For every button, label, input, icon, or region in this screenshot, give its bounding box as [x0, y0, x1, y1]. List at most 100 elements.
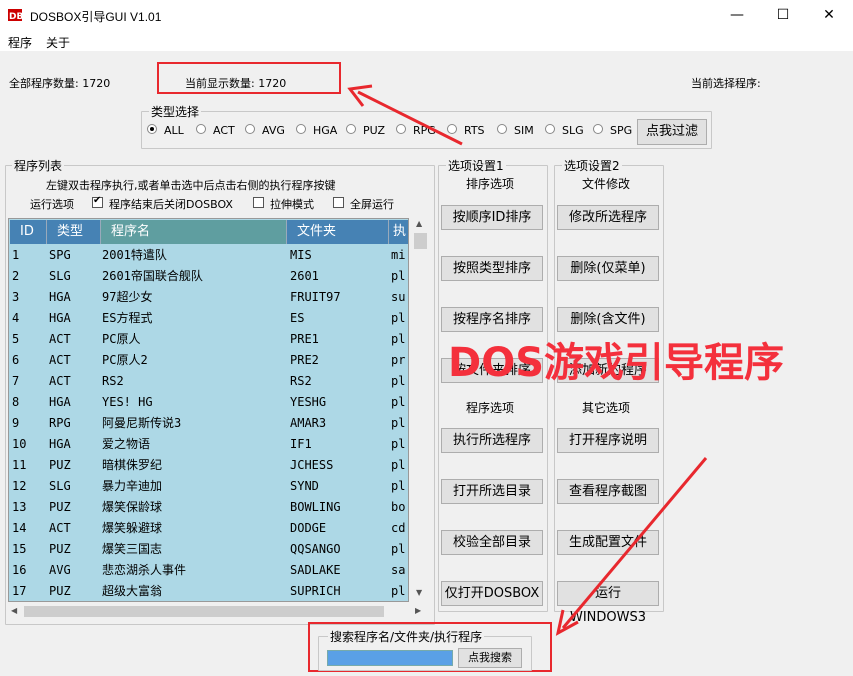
- radio-sim[interactable]: [497, 124, 507, 134]
- sort-button-3[interactable]: 按程序名排序: [441, 307, 543, 332]
- table-row[interactable]: 12 SLG 暴力辛迪加 SYND pl: [9, 476, 408, 497]
- radio-rts[interactable]: [447, 124, 457, 134]
- cell-folder: DODGE: [290, 521, 327, 535]
- close-button[interactable]: ✕: [806, 0, 852, 31]
- other-button-4[interactable]: 运行WINDOWS3: [557, 581, 659, 625]
- hscroll-thumb[interactable]: [24, 606, 384, 617]
- column-header-folder[interactable]: 文件夹: [287, 220, 389, 244]
- table-row[interactable]: 2 SLG 2601帝国联合舰队 2601 pl: [9, 266, 408, 287]
- cell-exec: pl: [391, 479, 406, 493]
- file-button-3[interactable]: 删除(含文件): [557, 307, 659, 332]
- selected-program-label: 当前选择程序:: [691, 77, 761, 90]
- table-row[interactable]: 8 HGA YES! HG YESHG pl: [9, 392, 408, 413]
- cell-exec: pl: [391, 332, 406, 346]
- filter-button[interactable]: 点我过滤: [637, 119, 707, 145]
- sort-button-1[interactable]: 按顺序ID排序: [441, 205, 543, 230]
- cell-id: 7: [12, 374, 20, 388]
- menu-bar: 程序 关于: [0, 31, 853, 51]
- table-row[interactable]: 5 ACT PC原人 PRE1 pl: [9, 329, 408, 350]
- fullscreen-checkbox[interactable]: [333, 197, 344, 208]
- cell-type: ACT: [49, 332, 71, 346]
- total-count-label: 全部程序数量: 1720: [9, 77, 111, 90]
- table-row[interactable]: 16 AVG 悲恋湖杀人事件 SADLAKE sa: [9, 560, 408, 581]
- cell-folder: FRUIT97: [290, 290, 341, 304]
- radio-label-slg: SLG: [562, 124, 584, 137]
- stretch-checkbox[interactable]: [253, 197, 264, 208]
- minimize-button[interactable]: —: [714, 0, 760, 31]
- cell-id: 17: [12, 584, 27, 598]
- grid-vertical-scrollbar[interactable]: ▲ ▼: [412, 218, 429, 602]
- maximize-button[interactable]: ☐: [760, 0, 806, 31]
- cell-type: ACT: [49, 374, 71, 388]
- table-row[interactable]: 3 HGA 97超少女 FRUIT97 su: [9, 287, 408, 308]
- table-row[interactable]: 11 PUZ 暗棋侏罗纪 JCHESS pl: [9, 455, 408, 476]
- grid-horizontal-scrollbar[interactable]: ◀ ▶: [8, 603, 428, 620]
- file-button-1[interactable]: 修改所选程序: [557, 205, 659, 230]
- annotation-box-count: [157, 62, 341, 94]
- scroll-left-icon[interactable]: ◀: [11, 606, 17, 615]
- radio-label-rpg: RPG: [413, 124, 436, 137]
- file-button-2[interactable]: 删除(仅菜单): [557, 256, 659, 281]
- cell-id: 12: [12, 479, 27, 493]
- other-button-2[interactable]: 查看程序截图: [557, 479, 659, 504]
- column-header-name[interactable]: 程序名: [101, 220, 287, 244]
- cell-id: 4: [12, 311, 20, 325]
- scroll-right-icon[interactable]: ▶: [415, 606, 421, 615]
- table-row[interactable]: 17 PUZ 超级大富翁 SUPRICH pl: [9, 581, 408, 601]
- program-button-4[interactable]: 仅打开DOSBOX: [441, 581, 543, 606]
- close-dosbox-checkbox[interactable]: [92, 195, 103, 208]
- column-header-exec[interactable]: 执: [389, 220, 408, 244]
- scroll-up-icon[interactable]: ▲: [416, 219, 422, 228]
- other-button-3[interactable]: 生成配置文件: [557, 530, 659, 555]
- options2-legend: 选项设置2: [562, 157, 622, 174]
- program-grid[interactable]: ID 类型 程序名 文件夹 执 1 SPG 2001特遣队 MIS mi 2 SLG 2601…: [8, 218, 409, 602]
- table-row[interactable]: 6 ACT PC原人2 PRE2 pr: [9, 350, 408, 371]
- radio-label-sim: SIM: [514, 124, 534, 137]
- menu-program[interactable]: 程序: [8, 34, 32, 51]
- table-row[interactable]: 4 HGA ES方程式 ES pl: [9, 308, 408, 329]
- program-options-title: 程序选项: [466, 401, 515, 415]
- cell-id: 8: [12, 395, 20, 409]
- cell-id: 16: [12, 563, 27, 577]
- cell-type: PUZ: [49, 500, 71, 514]
- cell-exec: sa: [391, 563, 406, 577]
- search-input[interactable]: [327, 650, 453, 666]
- radio-hga[interactable]: [296, 124, 306, 134]
- cell-type: ACT: [49, 521, 71, 535]
- scroll-down-icon[interactable]: ▼: [416, 588, 422, 597]
- program-button-3[interactable]: 校验全部目录: [441, 530, 543, 555]
- radio-rpg[interactable]: [396, 124, 406, 134]
- program-button-1[interactable]: 执行所选程序: [441, 428, 543, 453]
- table-row[interactable]: 9 RPG 阿曼尼斯传说3 AMAR3 pl: [9, 413, 408, 434]
- radio-avg[interactable]: [245, 124, 255, 134]
- radio-label-puz: PUZ: [363, 124, 386, 137]
- radio-puz[interactable]: [346, 124, 356, 134]
- radio-all[interactable]: [147, 124, 157, 134]
- table-row[interactable]: 14 ACT 爆笑躲避球 DODGE cd: [9, 518, 408, 539]
- menu-about[interactable]: 关于: [46, 34, 70, 51]
- cell-name: PC原人: [102, 332, 141, 346]
- column-header-id[interactable]: ID: [10, 220, 47, 244]
- cell-exec: su: [391, 290, 406, 304]
- other-button-1[interactable]: 打开程序说明: [557, 428, 659, 453]
- cell-name: 97超少女: [102, 290, 153, 304]
- table-row[interactable]: 10 HGA 爱之物语 IF1 pl: [9, 434, 408, 455]
- file-options-title: 文件修改: [582, 177, 631, 191]
- scroll-thumb[interactable]: [414, 233, 427, 249]
- table-row[interactable]: 1 SPG 2001特遣队 MIS mi: [9, 245, 408, 266]
- table-row[interactable]: 7 ACT RS2 RS2 pl: [9, 371, 408, 392]
- cell-type: PUZ: [49, 542, 71, 556]
- cell-folder: YESHG: [290, 395, 327, 409]
- program-button-2[interactable]: 打开所选目录: [441, 479, 543, 504]
- sort-options-title: 排序选项: [466, 177, 515, 191]
- table-row[interactable]: 15 PUZ 爆笑三国志 QQSANGO pl: [9, 539, 408, 560]
- radio-spg[interactable]: [593, 124, 603, 134]
- program-list-legend: 程序列表: [12, 157, 65, 174]
- table-row[interactable]: 13 PUZ 爆笑保龄球 BOWLING bo: [9, 497, 408, 518]
- search-button[interactable]: 点我搜索: [458, 648, 522, 668]
- cell-id: 6: [12, 353, 20, 367]
- radio-act[interactable]: [196, 124, 206, 134]
- column-header-type[interactable]: 类型: [47, 220, 101, 244]
- radio-slg[interactable]: [545, 124, 555, 134]
- sort-button-2[interactable]: 按照类型排序: [441, 256, 543, 281]
